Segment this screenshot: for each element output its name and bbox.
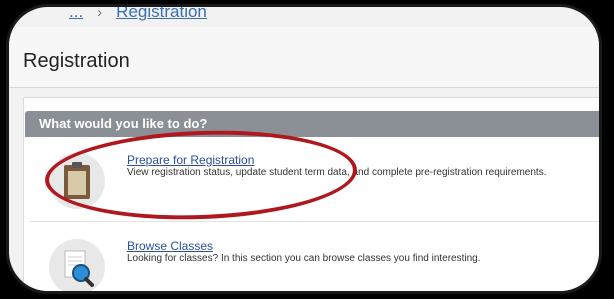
item-divider: [29, 221, 599, 222]
registration-page: ... › Registration Registration What wou…: [6, 4, 602, 294]
page-title: Registration: [23, 50, 130, 72]
breadcrumb-registration-link[interactable]: Registration: [116, 7, 207, 22]
browse-classes-item[interactable]: Browse Classes Looking for classes? In t…: [29, 239, 599, 291]
section-header: What would you like to do?: [25, 111, 599, 137]
browse-classes-link[interactable]: Browse Classes: [127, 239, 213, 253]
breadcrumb: ... › Registration: [69, 4, 207, 23]
magnifier-document-icon: [49, 239, 105, 291]
browse-classes-description: Looking for classes? In this section you…: [127, 253, 481, 264]
breadcrumb-home-link[interactable]: ...: [69, 7, 83, 22]
breadcrumb-separator: ›: [97, 4, 103, 21]
